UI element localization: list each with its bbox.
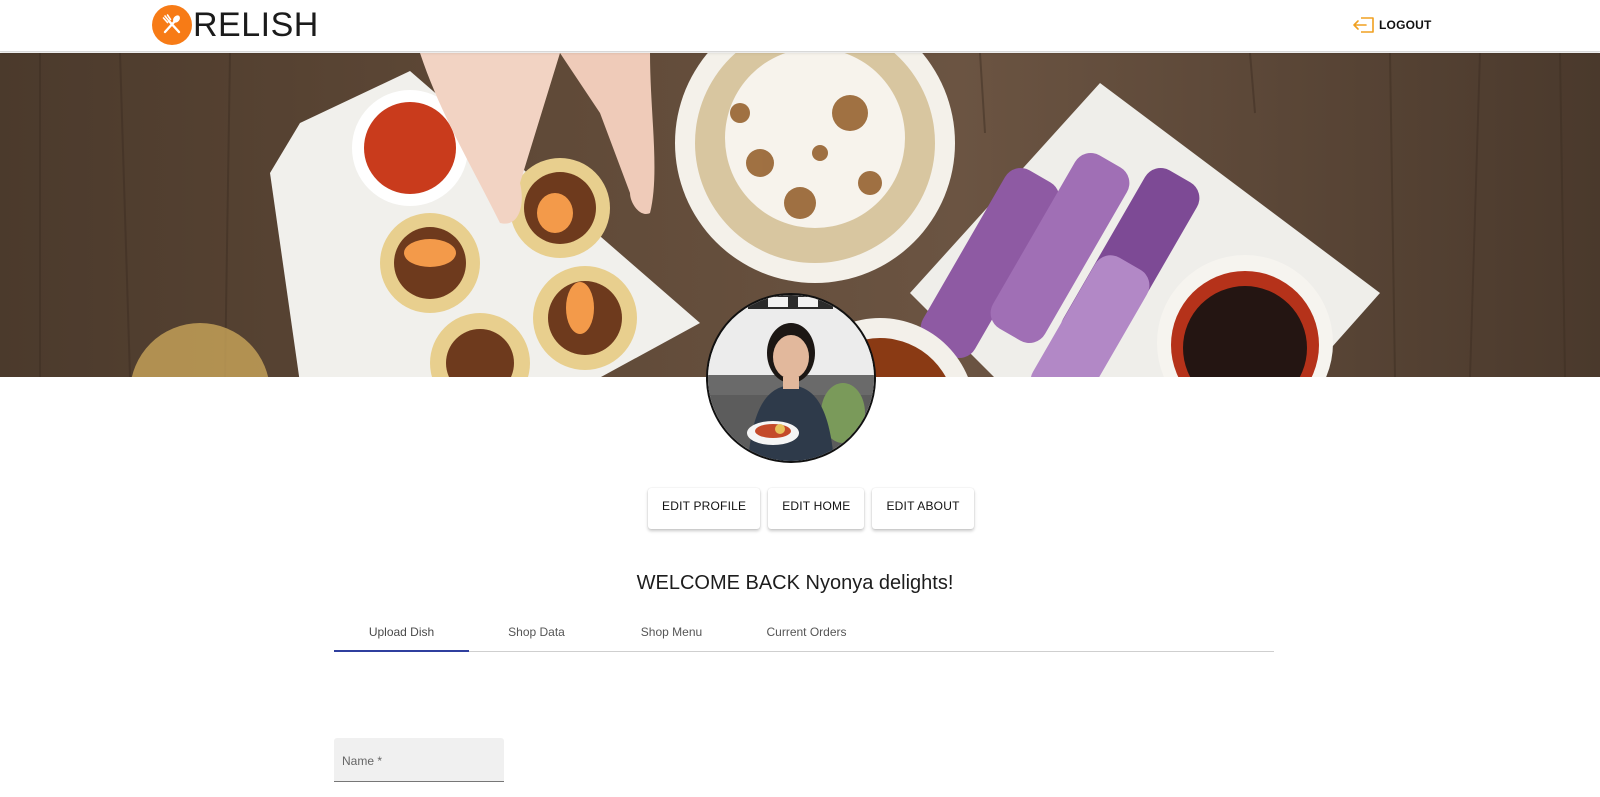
edit-about-button[interactable]: EDIT ABOUT (872, 488, 974, 529)
welcome-heading: WELCOME BACK Nyonya delights! (636, 572, 954, 594)
profile-actions: EDIT PROFILE EDIT HOME EDIT ABOUT (648, 488, 974, 529)
fork-spoon-icon (152, 5, 192, 45)
logout-icon (1353, 17, 1374, 33)
top-navbar: RELISH LOGOUT (0, 0, 1600, 52)
brand-name: RELISH (193, 6, 319, 44)
profile-avatar[interactable] (706, 293, 876, 463)
tab-shop-data[interactable]: Shop Data (469, 611, 604, 651)
tab-shop-menu[interactable]: Shop Menu (604, 611, 739, 651)
edit-home-button[interactable]: EDIT HOME (768, 488, 865, 529)
dish-name-input[interactable] (334, 738, 504, 781)
dish-name-field[interactable]: Name * (334, 738, 504, 782)
logout-button[interactable]: LOGOUT (1352, 15, 1432, 35)
brand-logo[interactable]: RELISH (152, 5, 319, 45)
logout-label: LOGOUT (1379, 18, 1432, 32)
tab-upload-dish[interactable]: Upload Dish (334, 611, 469, 652)
edit-profile-button[interactable]: EDIT PROFILE (648, 488, 761, 529)
dashboard-tabs: Upload Dish Shop Data Shop Menu Current … (334, 611, 1274, 652)
tab-current-orders[interactable]: Current Orders (739, 611, 874, 651)
